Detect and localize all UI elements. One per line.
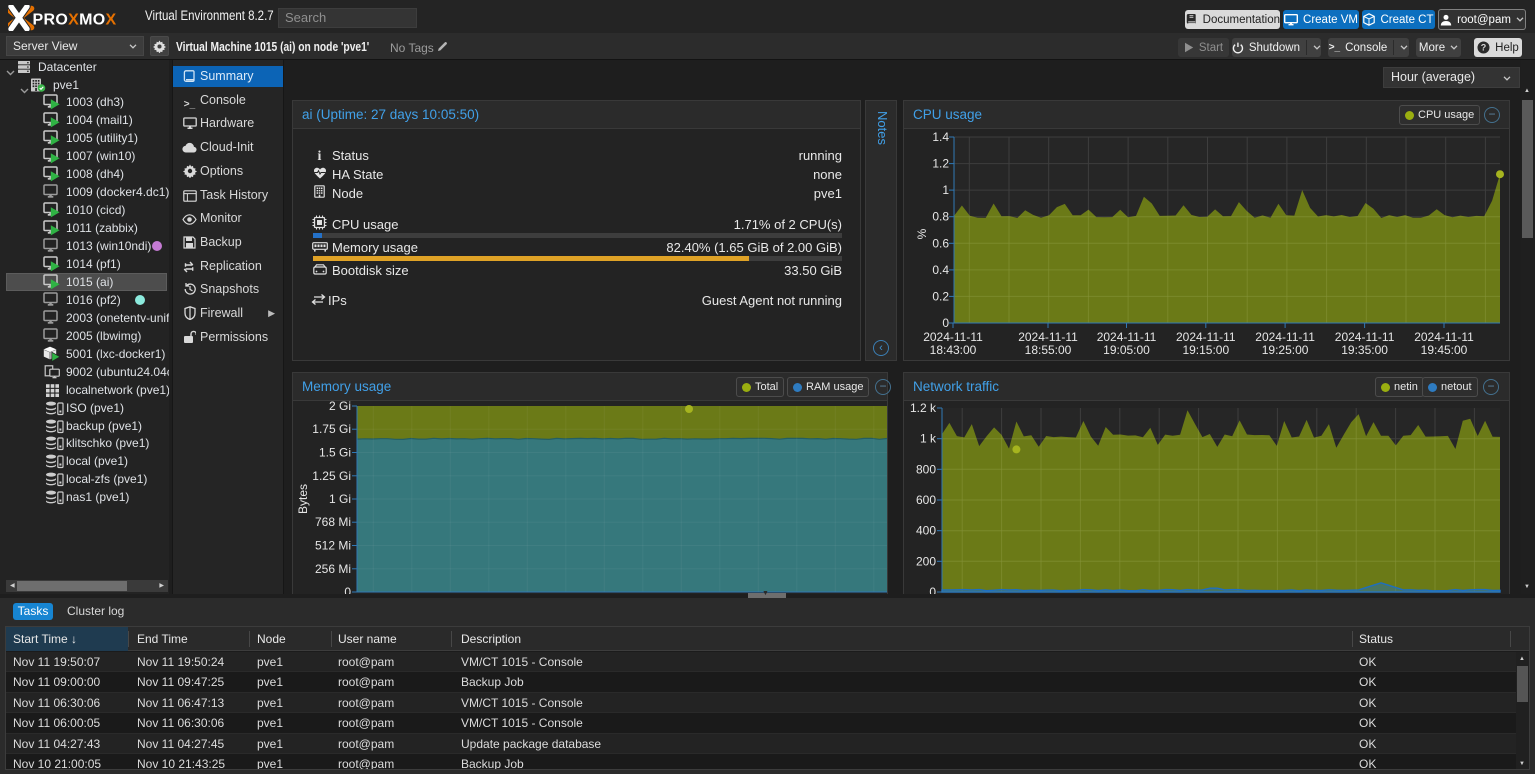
- svg-text:0: 0: [942, 316, 949, 330]
- svg-text:2024-11-11: 2024-11-11: [1018, 330, 1078, 344]
- svg-text:2024-11-11: 2024-11-11: [923, 330, 983, 344]
- svg-text:0.6: 0.6: [932, 236, 949, 250]
- svg-text:1.5 Gi: 1.5 Gi: [319, 446, 351, 460]
- svg-text:200: 200: [916, 554, 936, 568]
- svg-text:1 Gi: 1 Gi: [329, 492, 351, 506]
- svg-text:2 Gi: 2 Gi: [329, 401, 351, 413]
- svg-text:Bytes: Bytes: [296, 484, 310, 514]
- svg-text:0.2: 0.2: [932, 289, 949, 303]
- svg-text:19:05:00: 19:05:00: [1103, 343, 1150, 357]
- svg-text:400: 400: [916, 524, 936, 538]
- svg-text:1.2 k: 1.2 k: [910, 401, 937, 415]
- svg-text:1.25 Gi: 1.25 Gi: [312, 469, 351, 483]
- svg-text:768 Mi: 768 Mi: [315, 515, 351, 529]
- svg-text:%: %: [915, 228, 929, 239]
- svg-text:2024-11-11: 2024-11-11: [1097, 330, 1157, 344]
- svg-text:1.2: 1.2: [932, 157, 949, 171]
- svg-text:0.4: 0.4: [932, 263, 949, 277]
- svg-text:2024-11-11: 2024-11-11: [1414, 330, 1474, 344]
- svg-text:0.8: 0.8: [932, 210, 949, 224]
- svg-text:19:15:00: 19:15:00: [1182, 343, 1229, 357]
- svg-text:600: 600: [916, 493, 936, 507]
- svg-text:512 Mi: 512 Mi: [315, 539, 351, 553]
- svg-text:19:25:00: 19:25:00: [1262, 343, 1309, 357]
- svg-text:18:43:00: 18:43:00: [930, 343, 977, 357]
- svg-text:19:45:00: 19:45:00: [1421, 343, 1468, 357]
- svg-text:18:55:00: 18:55:00: [1025, 343, 1072, 357]
- svg-text:PROXMOX: PROXMOX: [33, 12, 117, 29]
- svg-text:1.75 Gi: 1.75 Gi: [312, 422, 351, 436]
- svg-text:0: 0: [344, 585, 351, 594]
- svg-text:256 Mi: 256 Mi: [315, 562, 351, 576]
- svg-text:2024-11-11: 2024-11-11: [1176, 330, 1236, 344]
- svg-text:2024-11-11: 2024-11-11: [1335, 330, 1395, 344]
- svg-text:0: 0: [929, 585, 936, 594]
- svg-text:1 k: 1 k: [920, 432, 937, 446]
- svg-text:1: 1: [942, 183, 949, 197]
- svg-text:19:35:00: 19:35:00: [1341, 343, 1388, 357]
- svg-text:800: 800: [916, 462, 936, 476]
- svg-text:2024-11-11: 2024-11-11: [1255, 330, 1315, 344]
- svg-text:?: ?: [1481, 43, 1487, 53]
- svg-text:1.4: 1.4: [932, 130, 949, 144]
